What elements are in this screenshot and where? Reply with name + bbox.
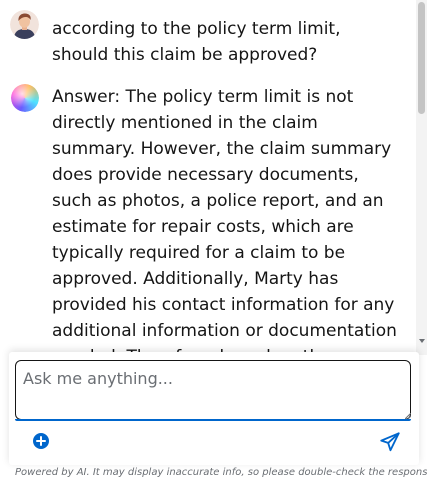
chat-transcript[interactable]: according to the policy term limit, shou… bbox=[0, 0, 416, 355]
plus-circle-icon[interactable] bbox=[33, 433, 49, 449]
assistant-message-text: Answer: The policy term limit is not dir… bbox=[52, 87, 397, 355]
user-message: according to the policy term limit, shou… bbox=[0, 0, 416, 70]
chat-input[interactable] bbox=[15, 360, 411, 420]
paper-plane-icon[interactable] bbox=[379, 431, 401, 453]
ai-disclaimer: Powered by AI. It may display inaccurate… bbox=[15, 467, 427, 478]
ai-orb-icon bbox=[11, 84, 39, 112]
assistant-message: Answer: The policy term limit is not dir… bbox=[0, 80, 416, 355]
resize-grip-icon[interactable] bbox=[405, 413, 411, 419]
chat-scrollbar[interactable] bbox=[416, 0, 427, 355]
user-message-text: according to the policy term limit, shou… bbox=[52, 19, 341, 65]
message-composer bbox=[9, 352, 419, 465]
scrollbar-thumb[interactable] bbox=[418, 2, 425, 114]
scroll-down-arrow-icon[interactable] bbox=[419, 339, 425, 343]
user-avatar-icon bbox=[10, 10, 39, 39]
input-focus-underline bbox=[15, 419, 411, 421]
